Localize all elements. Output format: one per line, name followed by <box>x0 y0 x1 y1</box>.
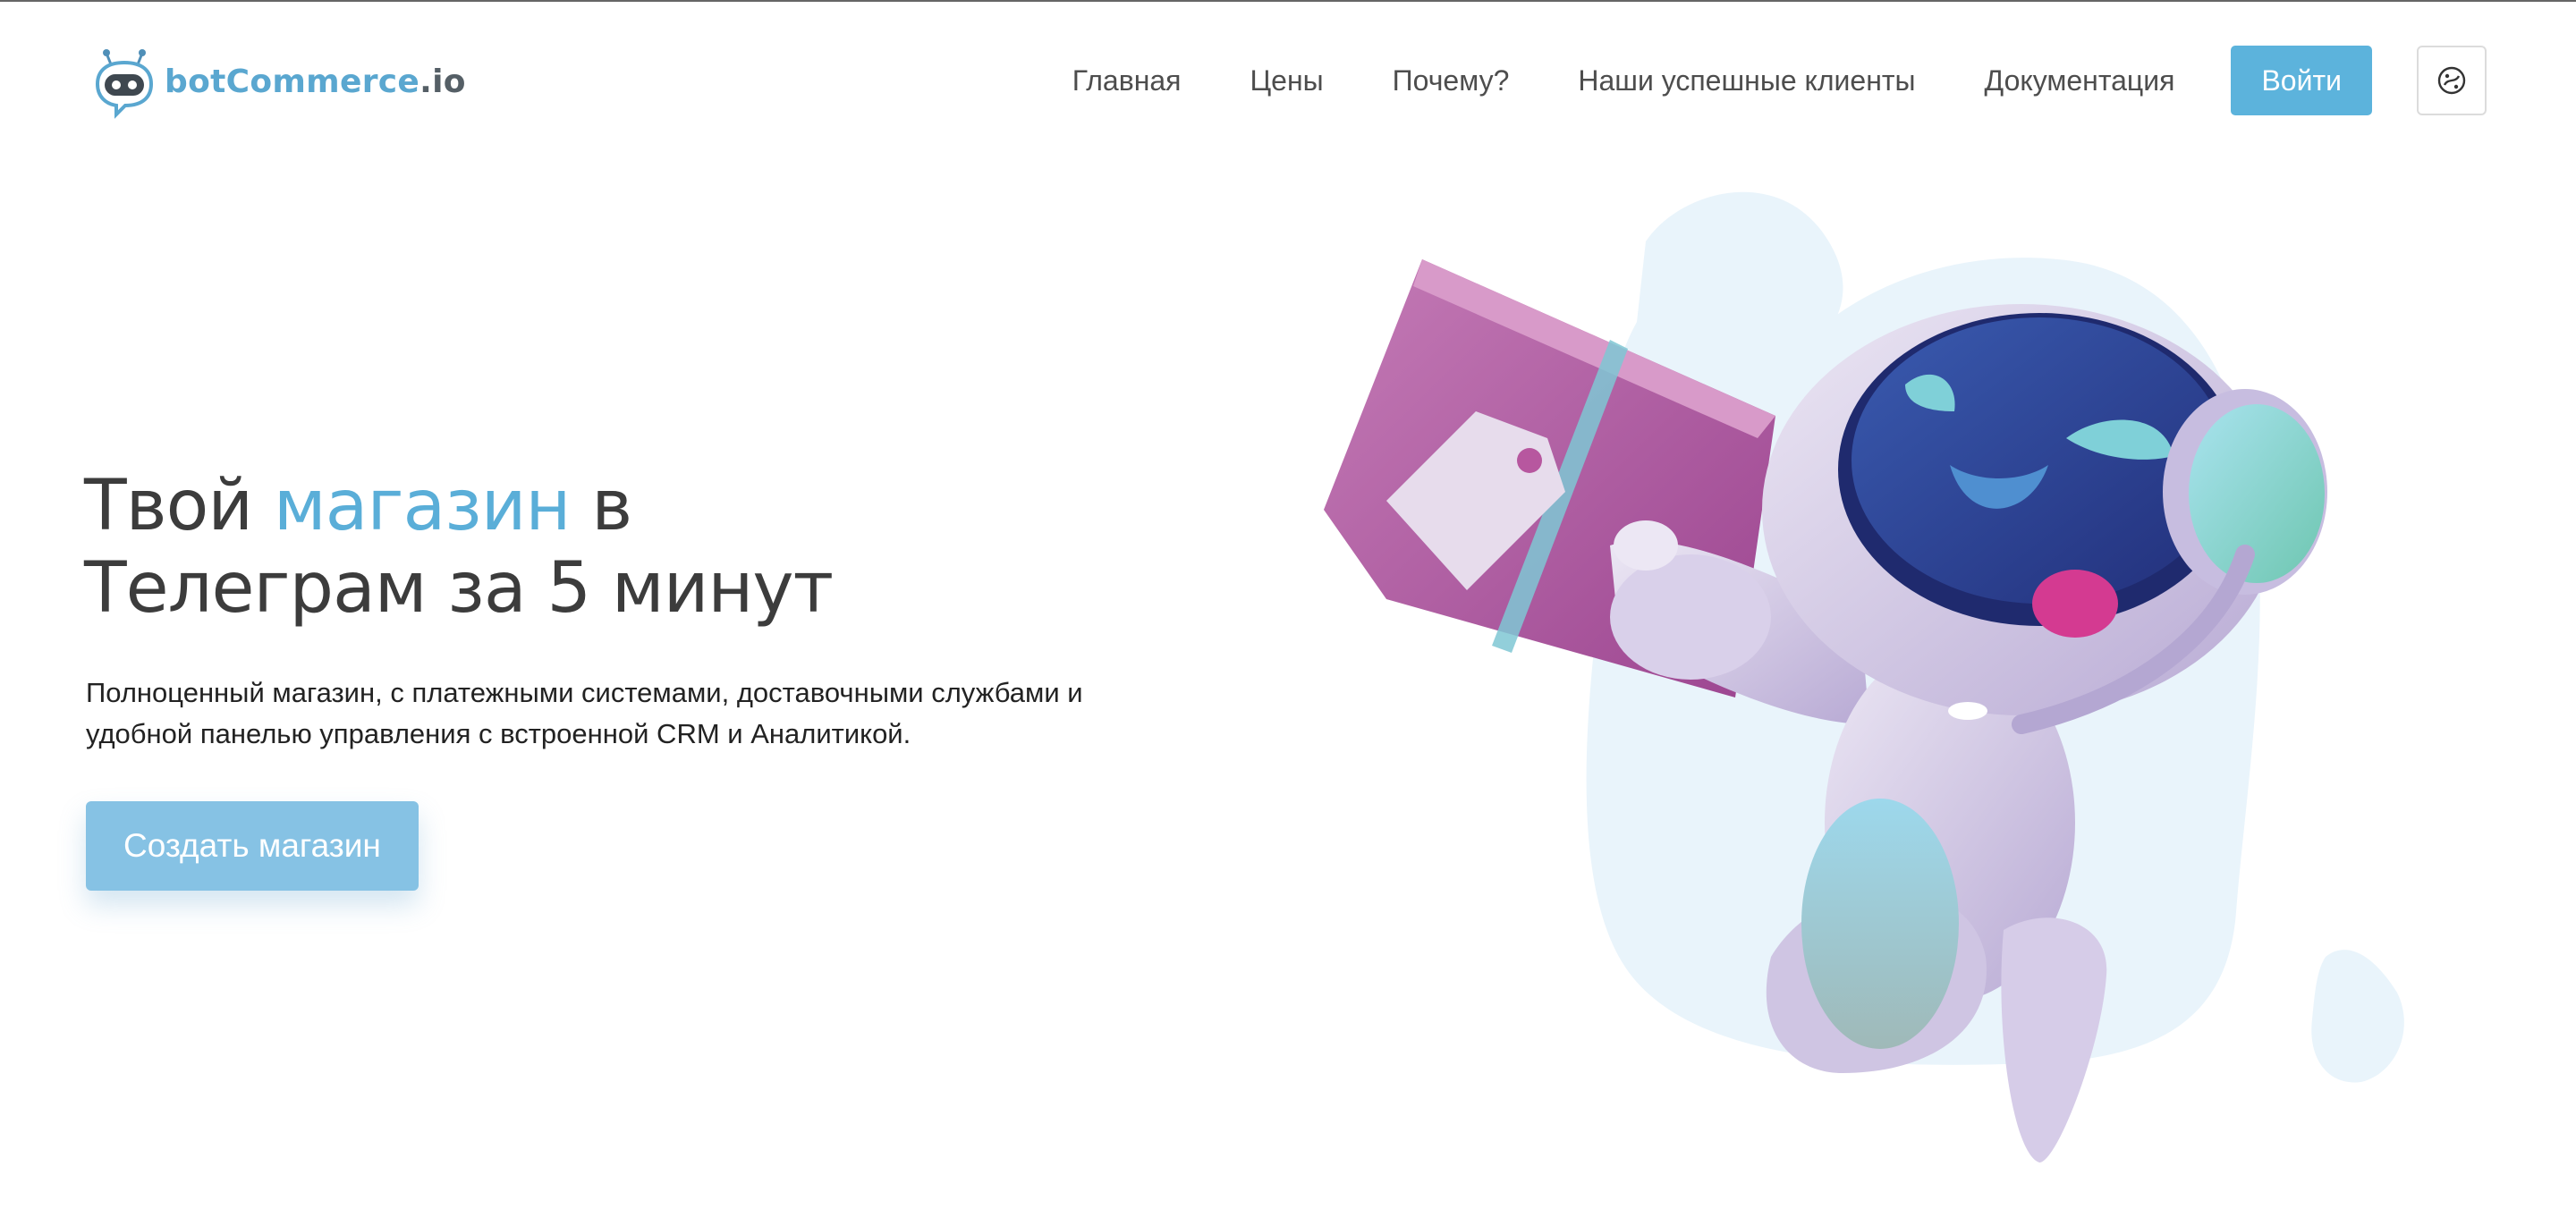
hero-subtitle: Полноценный магазин, с платежными систем… <box>86 672 1204 755</box>
hero-title-part1: Твой <box>84 466 274 546</box>
hero-title-line2: Телеграм за 5 минут <box>84 548 834 629</box>
create-store-button[interactable]: Создать магазин <box>86 801 419 891</box>
nav-link-prices[interactable]: Цены <box>1250 64 1324 97</box>
palette-icon <box>2437 66 2466 95</box>
robot-with-shopping-bag-illustration <box>1324 191 2404 1162</box>
hero-title-accent: магазин <box>273 466 572 546</box>
main-nav: Главная Цены Почему? Наши успешные клиен… <box>1072 45 2487 116</box>
robot-logo-icon <box>95 49 154 119</box>
hero-subtitle-line1: Полноценный магазин, с платежными систем… <box>86 677 1083 708</box>
login-button[interactable]: Войти <box>2231 46 2372 115</box>
nav-link-clients[interactable]: Наши успешные клиенты <box>1578 64 1915 97</box>
nav-link-docs[interactable]: Документация <box>1985 64 2175 97</box>
logo-text-domain: .io <box>419 63 466 100</box>
nav-link-why[interactable]: Почему? <box>1393 64 1510 97</box>
logo-text-main: botCommerce <box>165 63 420 100</box>
logo-link[interactable]: botCommerce.io <box>93 41 466 122</box>
hero-title-part2: в <box>570 466 632 546</box>
hero-subtitle-line2: удобной панелью управления с встроенной … <box>86 718 911 749</box>
nav-link-home[interactable]: Главная <box>1072 64 1182 97</box>
logo-text: botCommerce.io <box>165 63 466 100</box>
theme-toggle-button[interactable] <box>2417 46 2487 115</box>
hero-title: Твой магазин в Телеграм за 5 минут <box>84 465 1157 630</box>
site-header: botCommerce.io Главная Цены Почему? Наши… <box>0 2 2576 159</box>
